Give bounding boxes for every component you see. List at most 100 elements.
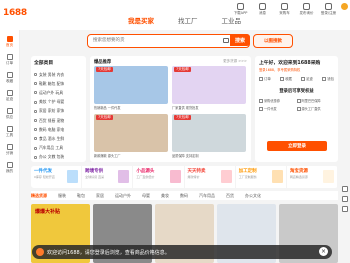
- promo-daily-sale[interactable]: 天天特卖 爆款特价: [185, 166, 236, 188]
- category-item[interactable]: 女装 男装 内衣: [34, 70, 83, 79]
- benefit-item: 阿里巴巴保障: [296, 98, 335, 103]
- greeting-subtitle: 登录1688，享专属采购特权: [259, 68, 301, 72]
- search-bar: 搜索: [87, 34, 250, 48]
- login-button[interactable]: 立即登录: [267, 141, 327, 151]
- quick-link-footprint[interactable]: 足迹: [301, 76, 313, 81]
- category-item[interactable]: 运动户外 玩具: [34, 88, 83, 97]
- sidebar-item-favorites[interactable]: 收藏: [0, 72, 19, 84]
- tab-home[interactable]: 家居: [96, 193, 104, 199]
- tab-bags[interactable]: 鞋包: [77, 193, 85, 199]
- category-icon: [34, 109, 37, 113]
- featured-products: 爆品推荐 更多货源 >>> 7天包邮 热销新品 一件代发 7天包邮 厂家直供 现…: [90, 56, 251, 162]
- tab-sports[interactable]: 运动户外: [115, 193, 131, 199]
- promo-thumbnail: [271, 170, 283, 183]
- tab-industrial[interactable]: 工业品: [222, 15, 242, 25]
- category-item[interactable]: 鞋靴 箱包 配饰: [34, 79, 83, 88]
- tab-featured[interactable]: 精选货源: [31, 193, 47, 199]
- tool-icon: [6, 126, 13, 132]
- product-card[interactable]: 7天包邮 热销新品 一件代发: [94, 66, 168, 112]
- avatar[interactable]: [341, 3, 348, 10]
- tab-beauty[interactable]: 美妆: [161, 193, 169, 199]
- tab-office[interactable]: 办公文化: [245, 193, 261, 199]
- post-inquiry-button[interactable]: 发布询价: [297, 3, 316, 16]
- checkbox-icon: [296, 98, 301, 103]
- promo-custom[interactable]: 加工定制 工厂定制服务: [236, 166, 287, 188]
- back-to-top-icon[interactable]: [342, 206, 348, 212]
- star-icon: [6, 72, 13, 78]
- category-item[interactable]: 美妆 个护 母婴: [34, 98, 83, 107]
- close-icon[interactable]: ×: [319, 247, 328, 256]
- category-item[interactable]: 办公 文教 包装: [34, 153, 83, 162]
- featured-more-link[interactable]: 更多货源 >>>: [223, 59, 247, 64]
- logo[interactable]: 1688: [3, 8, 27, 18]
- category-icon: [34, 100, 37, 104]
- promo-source[interactable]: 小品源头 工厂直供低价: [133, 166, 185, 188]
- sidebar-item-mine[interactable]: 我的: [0, 162, 19, 174]
- promo-dropshipping[interactable]: 一件代发 0库存 轻松开店: [31, 166, 83, 188]
- product-tag: 7天包邮: [174, 115, 191, 120]
- search-input[interactable]: [88, 35, 228, 46]
- product-card[interactable]: 7天包邮 厂家直供 现货批发: [172, 66, 246, 112]
- sidebar: 首页 订单 收藏 足迹 供应 工具 分销 我的: [0, 30, 20, 263]
- quick-links: 订单 收藏 足迹 钱包: [259, 76, 334, 81]
- product-tag: 7天包邮: [96, 115, 113, 120]
- tab-baby[interactable]: 母婴: [142, 193, 150, 199]
- order-icon: [259, 76, 263, 81]
- tab-general[interactable]: 百货: [226, 193, 234, 199]
- feedback-icon[interactable]: [342, 186, 348, 192]
- message-button[interactable]: 消息: [253, 3, 272, 16]
- top-icons: 下载APP 消息 采购车 发布询价 登录/注册: [231, 3, 338, 16]
- featured-title: 爆品推荐: [94, 60, 112, 65]
- promo-thumbnail: [67, 170, 79, 183]
- product-tag: 7天包邮: [96, 67, 113, 72]
- info-icon: [36, 248, 44, 256]
- category-item[interactable]: 食品 酒水 生鲜: [34, 134, 83, 143]
- category-icon: [34, 128, 37, 132]
- download-app-button[interactable]: 下载APP: [231, 3, 250, 16]
- promo-crossborder[interactable]: 跨境专供 全球好货 直采: [82, 166, 134, 188]
- service-icon[interactable]: [342, 196, 348, 202]
- product-card[interactable]: 7天包邮 新款爆款 源头工厂: [94, 114, 168, 160]
- user-panel: 上午好，欢迎来到1688采购 登录1688，享专属采购特权 订单 收藏 足迹 钱…: [255, 56, 338, 162]
- sidebar-item-footprint[interactable]: 足迹: [0, 90, 19, 102]
- quick-link-favorites[interactable]: 收藏: [280, 76, 292, 81]
- login-toast: 欢迎访问1688，请您登录后浏览，查看商品价格信息。 ×: [32, 245, 332, 259]
- search-button[interactable]: 搜索: [230, 34, 250, 46]
- category-icon: [34, 137, 37, 141]
- product-card[interactable]: 7天包邮 品质保障 支持定制: [172, 114, 246, 160]
- checkbox-icon: [259, 98, 263, 103]
- sidebar-item-tools[interactable]: 工具: [0, 126, 19, 138]
- sidebar-item-distribution[interactable]: 分销: [0, 144, 19, 156]
- benefit-item: 源头工厂直供: [296, 106, 335, 111]
- tab-factory[interactable]: 找工厂: [178, 15, 198, 25]
- footprint-icon: [6, 90, 13, 96]
- promo-row: 一件代发 0库存 轻松开店 跨境专供 全球好货 直采 小品源头 工厂直供低价 天…: [31, 166, 339, 188]
- home-icon: [6, 36, 13, 42]
- sidebar-item-home[interactable]: 首页: [0, 36, 19, 48]
- image-search-button[interactable]: 以图搜款: [253, 34, 293, 48]
- download-icon: [237, 3, 244, 10]
- tab-auto[interactable]: 汽车用品: [199, 193, 215, 199]
- checkbox-icon: [259, 106, 263, 111]
- category-item[interactable]: 汽车用品 工具: [34, 144, 83, 153]
- sidebar-item-order[interactable]: 订单: [0, 54, 19, 66]
- login-register-button[interactable]: 登录/注册: [319, 3, 338, 16]
- quick-link-wallet[interactable]: 钱包: [322, 76, 334, 81]
- right-float-tools: [340, 186, 350, 212]
- tab-buyer[interactable]: 我是买家: [128, 15, 154, 25]
- benefit-item: 采购优惠券: [259, 98, 297, 103]
- category-icon: [34, 91, 37, 95]
- product-name: 品质保障 支持定制: [172, 154, 199, 158]
- category-item[interactable]: 百货 餐厨 宠物: [34, 116, 83, 125]
- message-icon: [259, 3, 266, 10]
- sidebar-item-supply[interactable]: 供应: [0, 108, 19, 120]
- benefits-list: 采购优惠券 阿里巴巴保障 一件代发 源头工厂直供: [259, 98, 334, 111]
- category-item[interactable]: 数码 电脑 家电: [34, 125, 83, 134]
- tab-clothing[interactable]: 服装: [58, 193, 66, 199]
- tab-digital[interactable]: 数码: [180, 193, 188, 199]
- quick-link-orders[interactable]: 订单: [259, 76, 271, 81]
- cart-button[interactable]: 采购车: [275, 3, 294, 16]
- camera-icon[interactable]: [223, 38, 229, 43]
- promo-taobao[interactable]: 淘宝货源 网店精选货源: [287, 166, 339, 188]
- category-item[interactable]: 家居 家纺 家饰: [34, 107, 83, 116]
